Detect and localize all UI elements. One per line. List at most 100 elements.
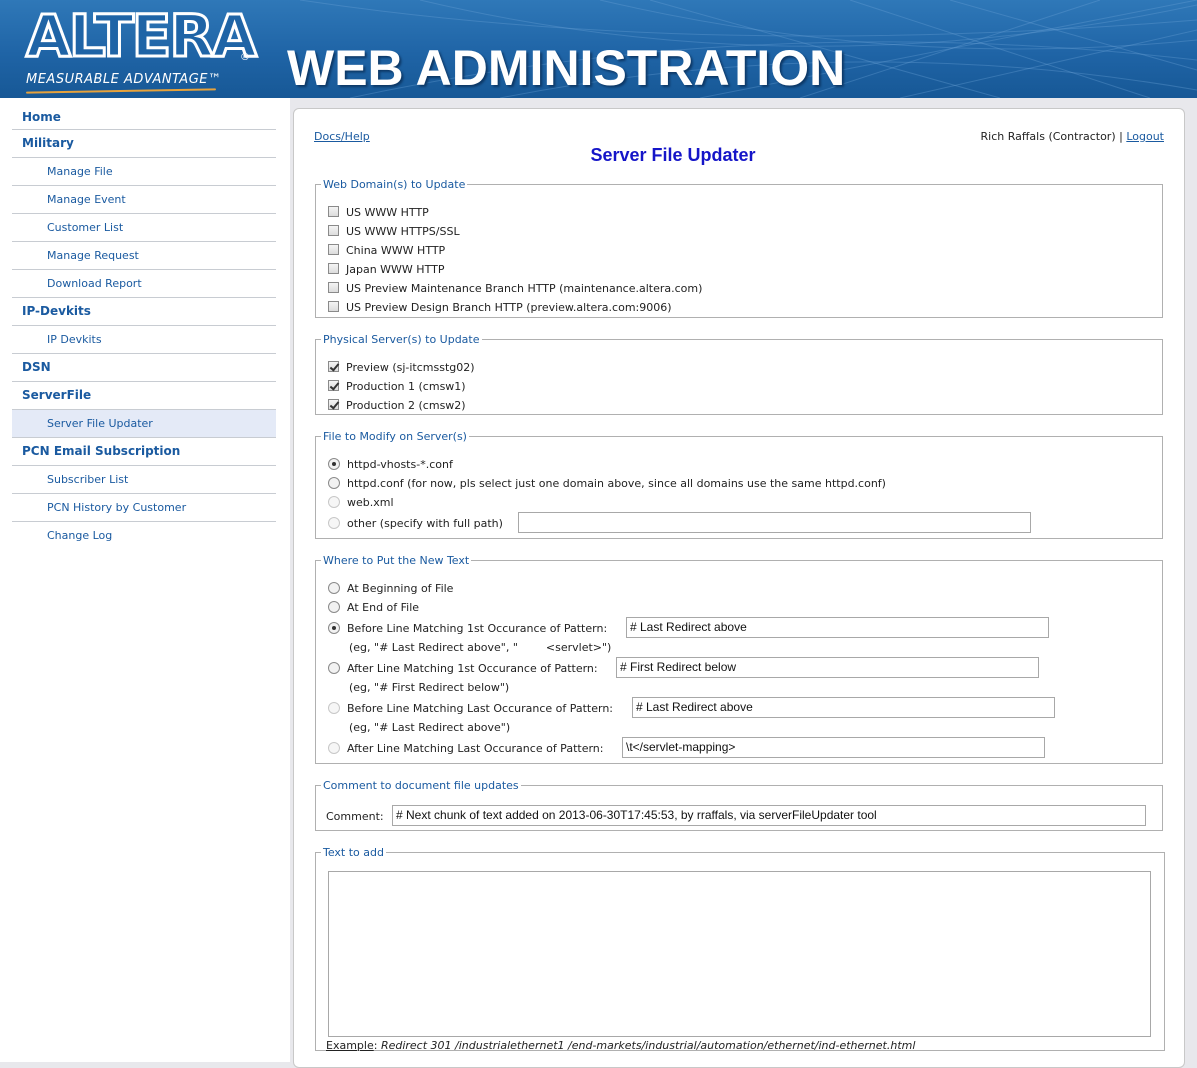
file-httpd-vhosts[interactable]: httpd-vhosts-*.conf [328, 458, 453, 471]
registered-mark: ® [240, 52, 250, 63]
where-to-put-legend: Where to Put the New Text [323, 554, 470, 567]
text-to-add-fieldset: Text to add Example: Redirect 301 /indus… [315, 846, 1165, 1052]
sidebar-item-manage-file[interactable]: Manage File [12, 158, 276, 186]
checkbox[interactable] [328, 206, 339, 217]
text-to-add-legend: Text to add [323, 846, 384, 859]
domain-label: US WWW HTTPS/SSL [346, 225, 460, 238]
put-label: After Line Matching 1st Occurance of Pat… [347, 662, 598, 675]
web-domains-legend: Web Domain(s) to Update [323, 178, 466, 191]
example-label: Example [326, 1039, 374, 1052]
server-label: Production 2 (cmsw2) [346, 399, 466, 412]
put-label: After Line Matching Last Occurance of Pa… [347, 742, 604, 755]
checkbox[interactable] [328, 244, 339, 255]
domain-us-www-http[interactable]: US WWW HTTP [328, 206, 429, 219]
where-to-put-fieldset: Where to Put the New Text At Beginning o… [315, 554, 1163, 764]
docs-help-link[interactable]: Docs/Help [314, 130, 370, 143]
file-label: web.xml [347, 496, 394, 509]
checkbox-checked[interactable] [328, 380, 339, 391]
domain-label: China WWW HTTP [346, 244, 446, 257]
radio-selected[interactable] [328, 458, 340, 470]
app-title: WEB ADMINISTRATION [287, 40, 846, 96]
text-to-add-textarea[interactable] [328, 871, 1151, 1037]
checkbox[interactable] [328, 225, 339, 236]
radio-disabled[interactable] [328, 517, 340, 529]
domain-label: US Preview Maintenance Branch HTTP (main… [346, 282, 703, 295]
before-first-hint: (eg, "# Last Redirect above", " <servlet… [349, 641, 612, 654]
sidebar-item-manage-request[interactable]: Manage Request [12, 242, 276, 270]
sidebar-item-manage-event[interactable]: Manage Event [12, 186, 276, 214]
server-production-2[interactable]: Production 2 (cmsw2) [328, 399, 466, 412]
radio[interactable] [328, 477, 340, 489]
sidebar-item-home[interactable]: Home [12, 106, 276, 130]
radio-selected[interactable] [328, 622, 340, 634]
logout-link[interactable]: Logout [1126, 130, 1164, 143]
domain-china-www-http[interactable]: China WWW HTTP [328, 244, 445, 257]
file-other[interactable]: other (specify with full path) [328, 517, 503, 530]
domain-us-www-https[interactable]: US WWW HTTPS/SSL [328, 225, 460, 238]
after-last-pattern-input[interactable]: \t</servlet-mapping> [622, 737, 1045, 758]
file-web-xml[interactable]: web.xml [328, 496, 394, 509]
checkbox[interactable] [328, 263, 339, 274]
put-before-first[interactable]: Before Line Matching 1st Occurance of Pa… [328, 622, 607, 635]
comment-input[interactable]: # Next chunk of text added on 2013-06-30… [392, 805, 1146, 826]
put-after-first[interactable]: After Line Matching 1st Occurance of Pat… [328, 662, 598, 675]
before-first-pattern-input[interactable]: # Last Redirect above [626, 617, 1049, 638]
sidebar-item-serverfile[interactable]: ServerFile [12, 382, 276, 410]
put-before-last[interactable]: Before Line Matching Last Occurance of P… [328, 702, 613, 715]
sidebar-item-ip-devkits[interactable]: IP Devkits [12, 326, 276, 354]
sidebar-item-server-file-updater[interactable]: Server File Updater [12, 410, 276, 438]
domain-us-preview-maintenance[interactable]: US Preview Maintenance Branch HTTP (main… [328, 282, 702, 295]
radio-disabled[interactable] [328, 496, 340, 508]
user-name: Rich Raffals (Contractor) [980, 130, 1116, 143]
server-preview[interactable]: Preview (sj-itcmsstg02) [328, 361, 475, 374]
checkbox[interactable] [328, 282, 339, 293]
checkbox-checked[interactable] [328, 361, 339, 372]
sidebar-item-change-log[interactable]: Change Log [12, 522, 276, 550]
domain-label: US Preview Design Branch HTTP (preview.a… [346, 301, 672, 314]
web-domains-fieldset: Web Domain(s) to Update US WWW HTTP US W… [315, 178, 1163, 318]
put-after-last[interactable]: After Line Matching Last Occurance of Pa… [328, 742, 603, 755]
put-label: At End of File [347, 601, 420, 614]
sidebar-item-military[interactable]: Military [12, 130, 276, 158]
file-httpd-conf[interactable]: httpd.conf (for now, pls select just one… [328, 477, 886, 490]
put-label: At Beginning of File [347, 582, 454, 595]
server-label: Preview (sj-itcmsstg02) [346, 361, 475, 374]
put-label: Before Line Matching Last Occurance of P… [347, 702, 614, 715]
checkbox-checked[interactable] [328, 399, 339, 410]
physical-servers-fieldset: Physical Server(s) to Update Preview (sj… [315, 333, 1163, 415]
sidebar-item-customer-list[interactable]: Customer List [12, 214, 276, 242]
sidebar-item-pcn-email-subscription[interactable]: PCN Email Subscription [12, 438, 276, 466]
sidebar-item-download-report[interactable]: Download Report [12, 270, 276, 298]
radio[interactable] [328, 601, 340, 613]
after-first-pattern-input[interactable]: # First Redirect below [616, 657, 1039, 678]
sidebar-item-subscriber-list[interactable]: Subscriber List [12, 466, 276, 494]
sidebar-item-ip-devkits-group[interactable]: IP-Devkits [12, 298, 276, 326]
physical-servers-legend: Physical Server(s) to Update [323, 333, 480, 346]
sidebar-item-dsn[interactable]: DSN [12, 354, 276, 382]
radio-disabled[interactable] [328, 702, 340, 714]
user-info: Rich Raffals (Contractor) | Logout [981, 130, 1165, 143]
domain-us-preview-design[interactable]: US Preview Design Branch HTTP (preview.a… [328, 301, 672, 314]
radio[interactable] [328, 582, 340, 594]
put-at-beginning[interactable]: At Beginning of File [328, 582, 453, 595]
put-label: Before Line Matching 1st Occurance of Pa… [347, 622, 608, 635]
file-label: httpd.conf (for now, pls select just one… [347, 477, 886, 490]
other-file-path-input[interactable] [518, 512, 1031, 533]
sidebar-item-pcn-history[interactable]: PCN History by Customer [12, 494, 276, 522]
header-banner: ALTERA ® MEASURABLE ADVANTAGE™ WEB ADMIN… [0, 0, 1197, 98]
radio-disabled[interactable] [328, 742, 340, 754]
domain-japan-www-http[interactable]: Japan WWW HTTP [328, 263, 444, 276]
server-production-1[interactable]: Production 1 (cmsw1) [328, 380, 466, 393]
radio[interactable] [328, 662, 340, 674]
put-at-end[interactable]: At End of File [328, 601, 419, 614]
after-first-hint: (eg, "# First Redirect below") [349, 681, 510, 694]
domain-label: Japan WWW HTTP [346, 263, 445, 276]
example-value: Redirect 301 /industrialethernet1 /end-m… [380, 1039, 916, 1052]
checkbox[interactable] [328, 301, 339, 312]
user-separator: | [1115, 130, 1127, 143]
before-last-hint: (eg, "# Last Redirect above") [349, 721, 511, 734]
altera-logo: ALTERA [25, 2, 259, 70]
file-to-modify-legend: File to Modify on Server(s) [323, 430, 467, 443]
comment-legend: Comment to document file updates [323, 779, 519, 792]
before-last-pattern-input[interactable]: # Last Redirect above [632, 697, 1055, 718]
